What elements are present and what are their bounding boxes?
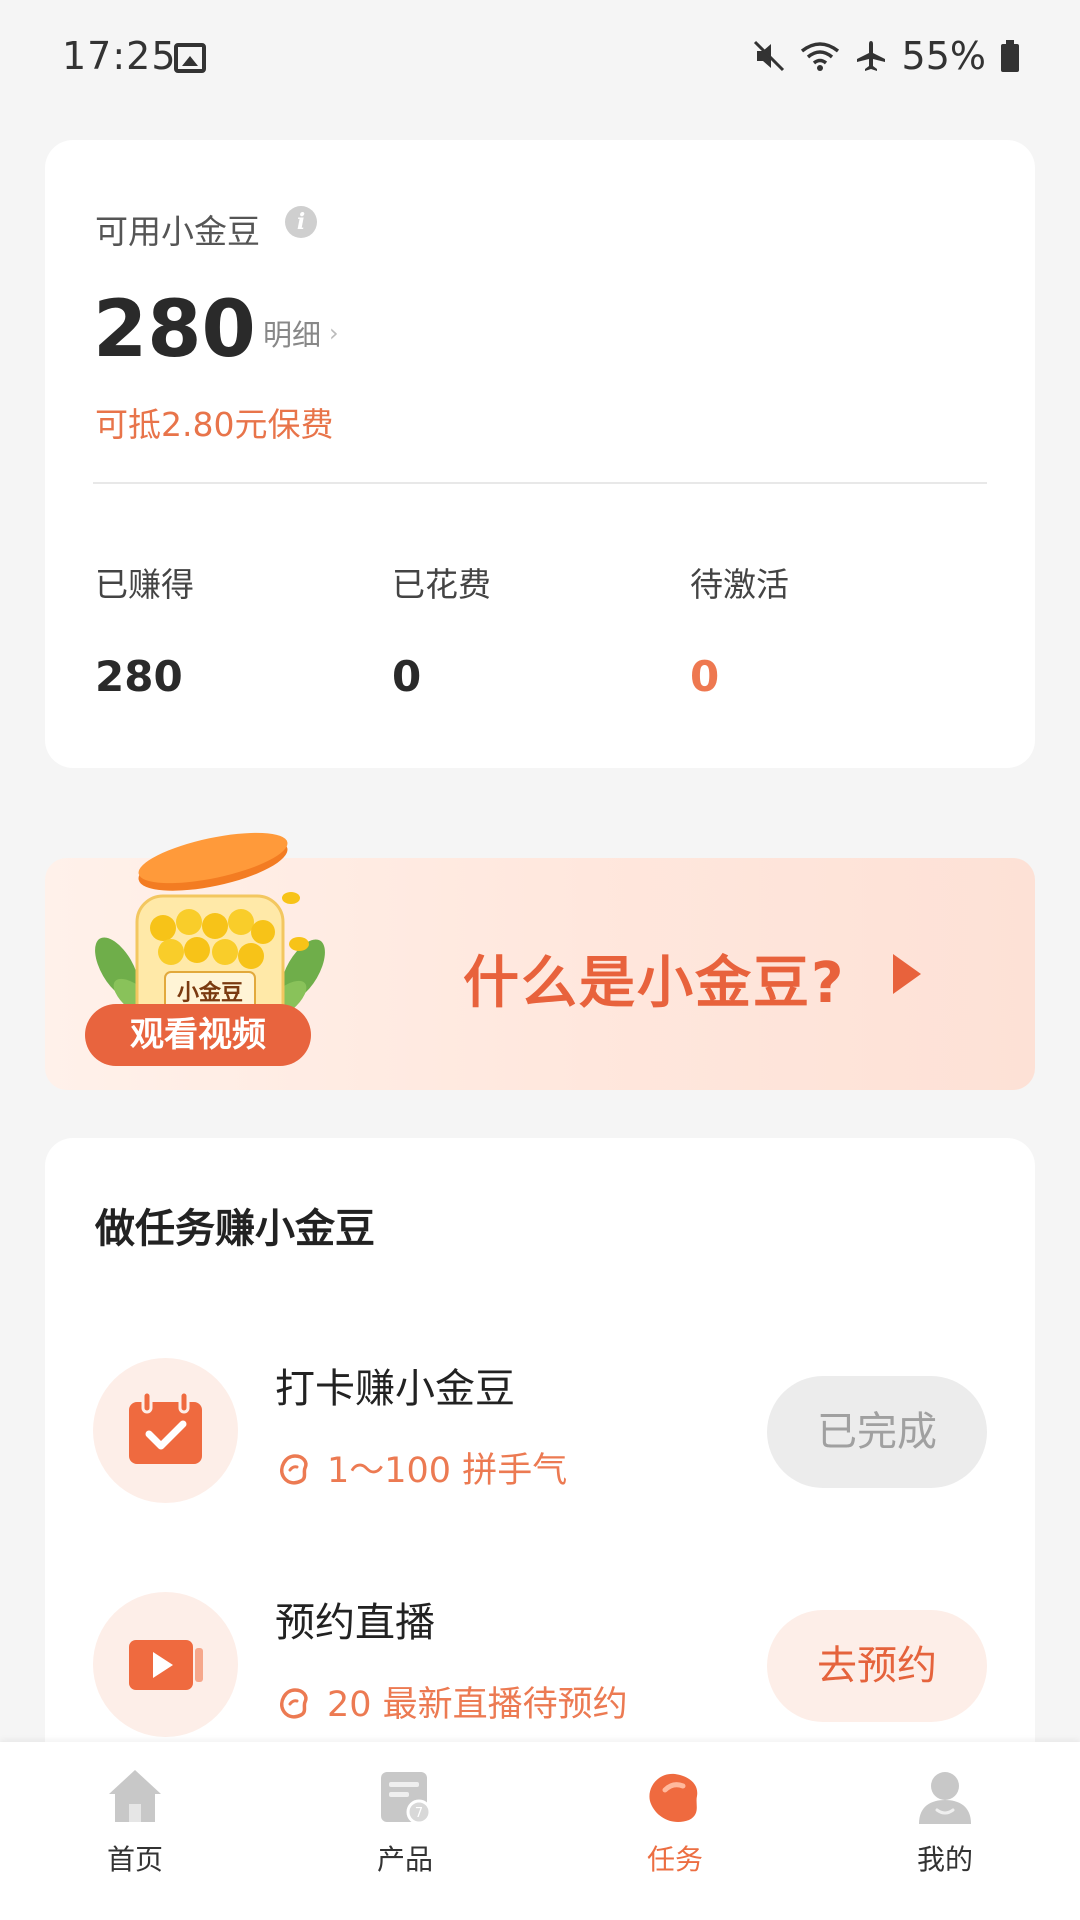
mute-icon — [753, 40, 784, 72]
bean-icon — [649, 1773, 698, 1823]
bean-outline-icon — [280, 1687, 308, 1719]
stat-label: 待激活 — [690, 565, 789, 604]
balance-card: 可用小金豆 i 280 明细 › 可抵2.80元保费 已赚得 280 已花费 0… — [45, 140, 1035, 768]
nav-label: 我的 — [916, 1843, 973, 1876]
completed-button[interactable]: 已完成 — [767, 1376, 987, 1488]
stat-pending: 待激活 0 — [690, 558, 789, 701]
task-item: 预约直播 20 最新直播待预约 去预约 — [45, 1580, 1035, 1740]
svg-text:7: 7 — [415, 1806, 423, 1821]
home-icon — [109, 1770, 161, 1822]
detail-link-label: 明细 — [263, 318, 322, 352]
image-icon — [174, 43, 206, 73]
detail-link[interactable]: 明细 › — [263, 312, 339, 354]
tasks-page: 17:25 55% 可用小金豆 i 280 明细 › 可抵2.80元保费 已赚得… — [0, 0, 1080, 1920]
task-reward: 1～100 拼手气 — [275, 1442, 567, 1493]
balance-value: 280 — [93, 285, 256, 375]
product-icon: 7 — [381, 1772, 432, 1825]
reserve-button[interactable]: 去预约 — [767, 1610, 987, 1722]
profile-icon — [919, 1772, 971, 1824]
bottom-nav: 首页 7 产品 任务 我的 — [0, 1742, 1080, 1920]
task-reward-text: 20 最新直播待预约 — [327, 1685, 628, 1725]
watch-video-button[interactable]: 观看视频 — [85, 1004, 311, 1066]
stat-value: 280 — [95, 652, 183, 701]
jar-label: 小金豆 — [177, 980, 243, 1006]
stat-spent: 已花费 0 — [392, 558, 491, 701]
stat-label: 已赚得 — [95, 565, 194, 604]
status-time: 17:25 — [62, 34, 177, 78]
what-is-gold-bean-banner[interactable]: 小金豆 观看视频 什么是小金豆? — [45, 832, 1035, 1090]
calendar-check-icon — [129, 1390, 202, 1464]
chevron-right-icon: › — [329, 319, 339, 347]
nav-item-home[interactable]: 首页 — [0, 1742, 270, 1920]
task-icon-wrap — [93, 1592, 238, 1737]
balance-worth: 可抵2.80元保费 — [95, 405, 334, 444]
task-title: 预约直播 — [275, 1600, 435, 1646]
bean-outline-icon — [280, 1453, 308, 1485]
stat-earned: 已赚得 280 — [95, 558, 194, 701]
nav-item-products[interactable]: 7 产品 — [270, 1742, 540, 1920]
battery-icon — [1001, 40, 1019, 72]
task-reward-text: 1～100 拼手气 — [327, 1451, 568, 1491]
play-triangle-icon — [893, 954, 921, 994]
airplane-icon — [856, 41, 885, 71]
status-icons: 55% — [752, 34, 1020, 78]
nav-label: 产品 — [376, 1843, 433, 1876]
battery-percent: 55% — [901, 34, 986, 78]
task-item: 打卡赚小金豆 1～100 拼手气 已完成 — [45, 1346, 1035, 1506]
task-reward: 20 最新直播待预约 — [275, 1676, 628, 1727]
divider — [93, 482, 987, 484]
stat-value: 0 — [392, 652, 422, 701]
stat-label: 已花费 — [392, 565, 491, 604]
nav-label: 首页 — [106, 1843, 163, 1876]
status-bar: 17:25 55% — [0, 0, 1080, 110]
nav-item-tasks[interactable]: 任务 — [540, 1742, 810, 1920]
balance-label: 可用小金豆 — [95, 212, 260, 251]
task-icon-wrap — [93, 1358, 238, 1503]
stat-value: 0 — [690, 652, 720, 701]
wifi-icon — [800, 42, 839, 71]
nav-label: 任务 — [646, 1843, 703, 1876]
nav-item-profile[interactable]: 我的 — [810, 1742, 1080, 1920]
tasks-title: 做任务赚小金豆 — [95, 1206, 375, 1252]
task-title: 打卡赚小金豆 — [275, 1366, 515, 1412]
banner-title: 什么是小金豆? — [463, 951, 846, 1016]
info-icon[interactable]: i — [285, 206, 317, 238]
video-play-icon — [129, 1640, 203, 1690]
